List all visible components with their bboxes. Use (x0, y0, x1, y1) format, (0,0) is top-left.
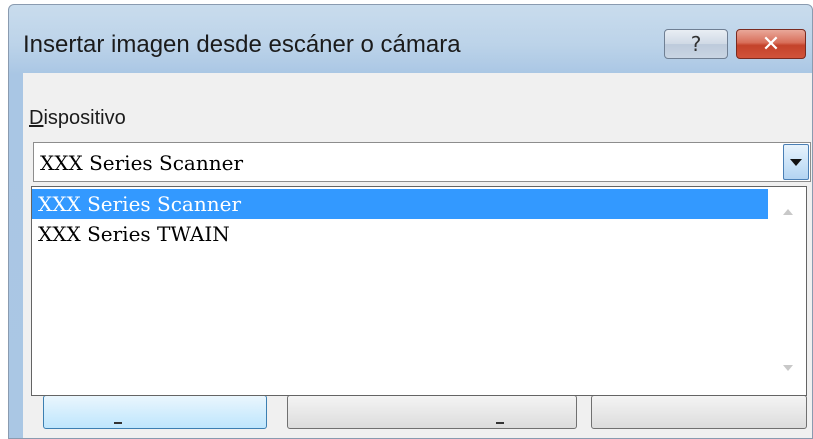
close-icon: ✕ (761, 31, 781, 57)
device-label-accelerator: D (29, 107, 44, 129)
chevron-down-icon (790, 158, 802, 166)
scroll-down-icon[interactable] (783, 365, 793, 371)
window-title: Insertar imagen desde escáner o cámara (23, 31, 461, 58)
scroll-up-icon[interactable] (783, 209, 793, 215)
dialog-button-3[interactable] (591, 395, 807, 429)
help-button[interactable]: ? (664, 29, 728, 59)
device-combobox-value: XXX Series Scanner (40, 151, 244, 175)
device-label: Dispositivo (29, 107, 126, 130)
button-label-fragment (114, 422, 122, 424)
dropdown-button[interactable] (783, 144, 809, 180)
device-combobox[interactable]: XXX Series Scanner (33, 142, 811, 182)
close-button[interactable]: ✕ (736, 29, 806, 59)
list-item[interactable]: XXX Series Scanner (32, 189, 768, 219)
help-icon: ? (690, 32, 702, 56)
dialog-button-2[interactable] (287, 395, 577, 429)
dialog-button-1[interactable] (43, 395, 267, 429)
button-label-fragment (496, 422, 504, 424)
list-item[interactable]: XXX Series TWAIN (32, 219, 768, 249)
device-label-text: ispositivo (43, 107, 126, 129)
list-scrollbar[interactable] (768, 187, 806, 395)
device-dropdown-list[interactable]: XXX Series Scanner XXX Series TWAIN (31, 186, 807, 396)
